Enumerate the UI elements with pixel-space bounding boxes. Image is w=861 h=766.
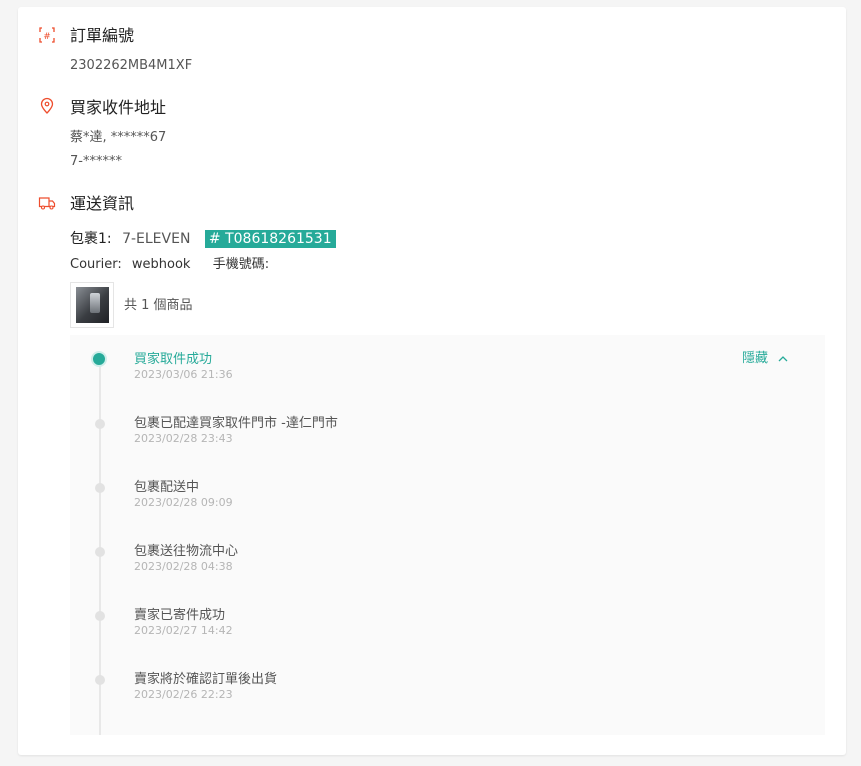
timeline-dot: [95, 419, 105, 429]
timeline-event-time: 2023/02/26 22:23: [134, 688, 233, 701]
timeline-event: 賣家將於確認訂單後出貨 2023/02/26 22:23: [70, 671, 825, 711]
timeline-event-title: 買家取件成功: [134, 352, 213, 367]
address-line2: 7-******: [70, 154, 122, 169]
hide-timeline-label: 隱藏: [742, 351, 769, 366]
order-number-icon: #: [38, 26, 56, 44]
order-number-heading: 訂單編號: [70, 26, 135, 45]
timeline-event-time: 2023/02/28 23:43: [134, 432, 233, 445]
timeline-event-title: 包裹送往物流中心: [134, 544, 239, 559]
hide-timeline-button[interactable]: 隱藏: [742, 350, 788, 368]
timeline-event: 買家取件成功 2023/03/06 21:36: [70, 351, 825, 391]
timeline-event-time: 2023/03/06 21:36: [134, 368, 233, 381]
timeline-event-time: 2023/02/28 04:38: [134, 560, 233, 573]
courier-line: Courier: webhook 手機號碼:: [70, 256, 269, 274]
timeline-dot-active: [91, 351, 107, 367]
truck-icon: [38, 194, 56, 212]
courier-value: webhook: [131, 257, 191, 272]
address-line1: 蔡*達, ******67: [70, 130, 167, 145]
package-line: 包裹1: 7-ELEVEN # T08618261531: [70, 229, 336, 249]
courier-label: Courier:: [70, 257, 122, 272]
timeline-event-title: 包裹已配達買家取件門市 -達仁門市: [134, 416, 338, 431]
timeline-event-title: 賣家已寄件成功: [134, 608, 226, 623]
package-label: 包裹1:: [70, 231, 112, 247]
location-pin-icon: [38, 97, 56, 115]
timeline-dot: [95, 547, 105, 557]
timeline-event-title: 包裹配送中: [134, 480, 200, 495]
timeline-event: 包裹配送中 2023/02/28 09:09: [70, 479, 825, 519]
timeline-dot: [95, 675, 105, 685]
product-image: [76, 287, 109, 323]
phone-label: 手機號碼:: [212, 257, 270, 272]
order-number-value: 2302262MB4M1XF: [70, 58, 193, 73]
timeline-dot: [95, 611, 105, 621]
timeline-event: 包裹已配達買家取件門市 -達仁門市 2023/02/28 23:43: [70, 415, 825, 455]
tracking-number-badge[interactable]: # T08618261531: [204, 230, 336, 248]
timeline-dot: [95, 483, 105, 493]
timeline-event-time: 2023/02/28 09:09: [134, 496, 233, 509]
address-heading: 買家收件地址: [70, 98, 167, 117]
timeline-event: 包裹送往物流中心 2023/02/28 04:38: [70, 543, 825, 583]
timeline-event: 賣家已寄件成功 2023/02/27 14:42: [70, 607, 825, 647]
svg-text:#: #: [43, 32, 51, 42]
shipping-heading: 運送資訊: [70, 194, 135, 213]
timeline-event-title: 賣家將於確認訂單後出貨: [134, 672, 278, 687]
tracking-timeline: 買家取件成功 2023/03/06 21:36 包裹已配達買家取件門市 -達仁門…: [70, 335, 825, 735]
items-count: 共 1 個商品: [124, 298, 193, 313]
carrier-name: 7-ELEVEN: [122, 231, 191, 247]
order-detail-card: # 訂單編號 2302262MB4M1XF 買家收件地址 蔡*達, ******…: [18, 7, 846, 755]
timeline-event-time: 2023/02/27 14:42: [134, 624, 233, 637]
product-thumbnail[interactable]: [70, 282, 114, 328]
chevron-up-icon: [778, 351, 788, 368]
